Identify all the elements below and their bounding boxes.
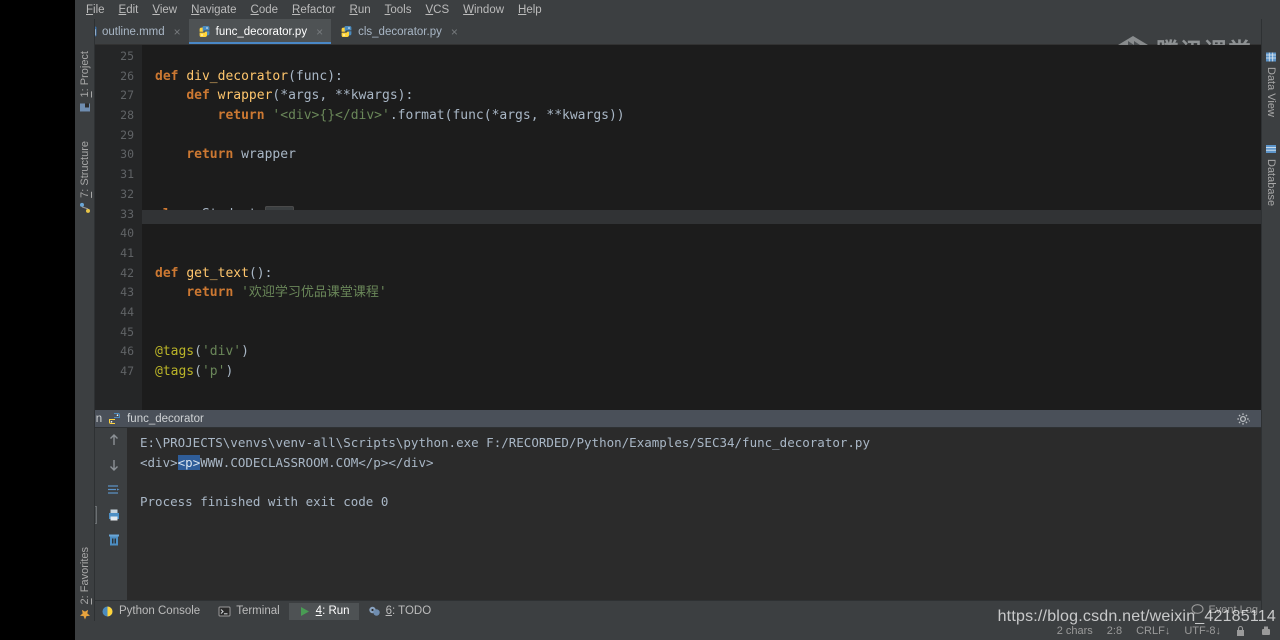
database-icon	[1266, 145, 1276, 153]
editor-tab-close-icon[interactable]: ×	[451, 26, 458, 38]
vcs-branch-icon[interactable]	[1260, 625, 1272, 637]
menu-item-code[interactable]: Code	[244, 2, 286, 18]
run-toolbar-column-right	[101, 432, 127, 600]
python-console-icon	[102, 606, 113, 616]
terminal-icon	[218, 606, 231, 616]
lock-icon[interactable]	[1235, 625, 1246, 637]
tool-window-button-label: Terminal	[236, 605, 280, 617]
tool-window-button-label: 6: TODO	[385, 605, 432, 617]
status-chars: 2 chars	[1056, 624, 1093, 637]
menu-item-help[interactable]: Help	[511, 2, 549, 18]
run-tool-window: Run func_decorator	[75, 410, 1280, 600]
menu-item-vcs[interactable]: VCS	[418, 2, 456, 18]
code-line[interactable]	[142, 224, 1280, 244]
status-encoding[interactable]: UTF-8↓	[1184, 625, 1221, 637]
tool-window-stripe-project[interactable]: 1: Project	[77, 47, 93, 117]
tool-window-button-label: 4: Run	[315, 605, 350, 617]
stripe-label: 2: Favorites	[79, 547, 91, 605]
clear-all-icon[interactable]	[106, 532, 122, 548]
menu-item-run[interactable]: Run	[343, 2, 378, 18]
pycharm-window: File Edit View Navigate Code Refactor Run Tools…	[75, 0, 1280, 640]
menu-item-tools[interactable]: Tools	[378, 2, 419, 18]
menu-item-edit[interactable]: Edit	[112, 2, 146, 18]
editor-tab-func-decorator-py[interactable]: func_decorator.py ×	[188, 19, 332, 44]
scroll-down-icon[interactable]	[106, 457, 122, 473]
scroll-up-icon[interactable]	[106, 432, 122, 448]
editor-tab-label: cls_decorator.py	[358, 25, 442, 38]
stripe-label: 7: Structure	[79, 141, 91, 198]
console-selected-text[interactable]: <p>	[177, 454, 201, 470]
editor-tab-bar: outline.mmd × func_decorator.py × cls_decora…	[75, 19, 1280, 45]
tool-window-bar-left: 1: Project 7: Structure 2: Favorites	[75, 19, 95, 621]
code-line[interactable]	[142, 126, 1280, 146]
mnemonic: 4	[315, 605, 323, 617]
tool-window-bar-right: Data View Database	[1261, 19, 1280, 621]
stripe-label: Data View	[1265, 67, 1277, 117]
menu-bar: File Edit View Navigate Code Refactor Run Tools…	[75, 0, 1280, 19]
python-file-icon	[341, 26, 352, 38]
tool-window-button-run[interactable]: 4: Run	[288, 602, 359, 620]
editor-separator-band	[142, 210, 1280, 224]
python-file-icon	[199, 26, 210, 38]
console-exit-line: Process finished with exit code 0	[140, 493, 389, 509]
soft-wrap-icon[interactable]	[106, 482, 122, 498]
favorites-star-icon	[80, 609, 90, 620]
run-tool-window-header: Run func_decorator	[75, 410, 1280, 428]
code-line[interactable]: return wrapper	[142, 145, 1280, 165]
python-run-config-icon	[109, 413, 121, 424]
console-output-line[interactable]: <div><p>WWW.CODECLASSROOM.COM</p></div>	[140, 453, 1280, 473]
stripe-label: Database	[1265, 159, 1277, 207]
project-icon	[80, 103, 90, 112]
structure-icon	[80, 202, 90, 213]
watermark-url: https://blog.csdn.net/weixin_42185114	[997, 608, 1276, 625]
menu-item-view[interactable]: View	[145, 2, 184, 18]
tool-window-button-label: Python Console	[119, 605, 201, 617]
gear-icon[interactable]	[1236, 411, 1252, 427]
code-line[interactable]: def wrapper(*args, **kwargs):	[142, 86, 1280, 106]
tool-window-button-terminal[interactable]: Terminal	[209, 603, 288, 620]
run-console-output[interactable]: E:\PROJECTS\venvs\venv-all\Scripts\pytho…	[127, 428, 1280, 600]
status-line-separator[interactable]: CRLF↓	[1136, 625, 1170, 637]
code-line[interactable]	[142, 303, 1280, 323]
tool-window-stripe-database[interactable]: Database	[1263, 139, 1279, 210]
data-view-icon	[1266, 52, 1276, 62]
code-editor[interactable]: 2526−27−282930313233+404142−4344454647 d…	[75, 45, 1280, 410]
run-config-name[interactable]: func_decorator	[127, 413, 204, 425]
code-line[interactable]	[142, 244, 1280, 264]
code-line[interactable]	[142, 185, 1280, 205]
run-tool-window-body: E:\PROJECTS\venvs\venv-all\Scripts\pytho…	[75, 428, 1280, 600]
code-line[interactable]: return '欢迎学习优品课堂课程'	[142, 283, 1280, 303]
menu-item-refactor[interactable]: Refactor	[285, 2, 342, 18]
editor-tab-label: outline.mmd	[102, 25, 165, 38]
menu-item-navigate[interactable]: Navigate	[184, 2, 243, 18]
code-line[interactable]	[142, 165, 1280, 185]
code-line[interactable]: def div_decorator(func):	[142, 67, 1280, 87]
print-icon[interactable]	[106, 507, 122, 523]
code-line[interactable]	[142, 47, 1280, 67]
todo-icon	[368, 606, 380, 616]
stripe-label: 1: Project	[79, 51, 91, 98]
editor-tab-cls-decorator-py[interactable]: cls_decorator.py ×	[331, 19, 466, 44]
code-line[interactable]: return '<div>{}</div>'.format(func(*args…	[142, 106, 1280, 126]
console-command-line: E:\PROJECTS\venvs\venv-all\Scripts\pytho…	[140, 435, 870, 450]
tool-window-stripe-structure[interactable]: 7: Structure	[77, 137, 93, 218]
tool-window-stripe-favorites[interactable]: 2: Favorites	[77, 543, 93, 624]
tool-window-stripe-data-view[interactable]: Data View	[1263, 47, 1279, 121]
mnemonic: 6	[385, 605, 392, 617]
editor-tab-close-icon[interactable]: ×	[316, 26, 323, 38]
editor-tab-close-icon[interactable]: ×	[174, 26, 181, 38]
code-line[interactable]: @tags('div')	[142, 342, 1280, 362]
code-line[interactable]	[142, 323, 1280, 343]
tool-window-button-python-console[interactable]: Python Console	[92, 603, 209, 620]
status-caret-position[interactable]: 2:8	[1107, 625, 1122, 637]
status-bar-right: 2 chars 2:8 CRLF↓ UTF-8↓	[1057, 625, 1272, 637]
menu-item-window[interactable]: Window	[456, 2, 511, 18]
code-line[interactable]: def get_text():	[142, 264, 1280, 284]
menu-item-file[interactable]: File	[79, 2, 112, 18]
run-green-icon	[300, 606, 309, 616]
editor-code-area[interactable]: def div_decorator(func): def wrapper(*ar…	[142, 45, 1280, 410]
tool-window-button-todo[interactable]: 6: TODO	[359, 603, 441, 620]
code-line[interactable]: @tags('p')	[142, 362, 1280, 382]
editor-tab-label: func_decorator.py	[215, 25, 308, 38]
